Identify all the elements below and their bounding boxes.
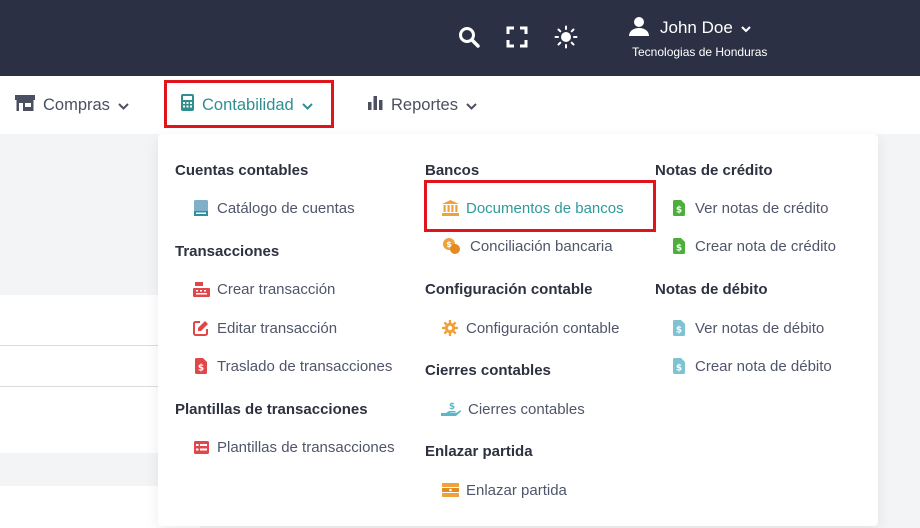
book-icon: [192, 199, 210, 217]
nav-label: Contabilidad: [202, 95, 294, 114]
contabilidad-dropdown: Cuentas contables Catálogo de cuentas Tr…: [158, 134, 878, 526]
user-icon: [628, 15, 650, 42]
invoice-dollar-icon: $: [670, 357, 688, 375]
svg-text:$: $: [676, 364, 682, 374]
nav-contabilidad[interactable]: Contabilidad: [181, 76, 313, 134]
cash-register-icon: [192, 280, 210, 298]
nav-label: Reportes: [391, 95, 458, 114]
menu-link-label: Conciliación bancaria: [470, 237, 613, 255]
menu-link-label: Crear nota de crédito: [695, 237, 836, 255]
chevron-down-icon: [466, 96, 477, 115]
menu-link-label: Plantillas de transacciones: [217, 438, 395, 456]
bank-icon: [441, 199, 459, 217]
menu-link-label: Ver notas de crédito: [695, 199, 829, 217]
hand-coin-icon: $: [441, 400, 461, 418]
svg-text:$: $: [198, 364, 204, 374]
invoice-dollar-icon: $: [670, 319, 688, 337]
svg-text:$: $: [676, 326, 682, 336]
main-nav: Compras Contabilidad Reportes: [0, 76, 920, 134]
svg-text:$: $: [676, 206, 682, 216]
menu-link-configuracion-contable[interactable]: Configuración contable: [441, 317, 619, 339]
menu-link-ver-notas-credito[interactable]: $ Ver notas de crédito: [670, 197, 828, 219]
menu-link-label: Cierres contables: [468, 400, 585, 418]
menu-link-documentos-bancos[interactable]: Documentos de bancos: [441, 197, 624, 219]
nav-compras[interactable]: Compras: [15, 76, 129, 134]
menu-link-label: Crear transacción: [217, 280, 336, 298]
bar-chart-icon: [368, 95, 383, 115]
section-title-transacciones: Transacciones: [175, 243, 280, 260]
fullscreen-icon[interactable]: [504, 24, 530, 50]
top-header: John Doe Tecnologias de Honduras: [0, 0, 920, 76]
table-list-icon: [192, 438, 210, 456]
menu-link-label: Ver notas de débito: [695, 319, 825, 337]
menu-link-editar-transaccion[interactable]: Editar transacción: [192, 317, 337, 339]
menu-link-label: Editar transacción: [217, 319, 338, 337]
nav-label: Compras: [43, 95, 110, 114]
brightness-icon[interactable]: [553, 24, 579, 50]
invoice-dollar-icon: $: [670, 199, 688, 217]
section-title-notas-debito: Notas de débito: [655, 281, 768, 298]
menu-link-cierres-contables[interactable]: $ Cierres contables: [441, 398, 585, 420]
user-name: John Doe: [660, 18, 733, 37]
section-title-cuentas-contables: Cuentas contables: [175, 162, 309, 179]
menu-link-conciliacion-bancaria[interactable]: $ Conciliación bancaria: [441, 235, 613, 257]
menu-link-enlazar-partida[interactable]: Enlazar partida: [441, 479, 567, 501]
svg-text:$: $: [449, 402, 455, 412]
chevron-down-icon: [118, 96, 129, 115]
store-icon: [15, 94, 35, 116]
edit-icon: [192, 319, 210, 337]
menu-link-label: Enlazar partida: [466, 481, 567, 499]
menu-link-catalogo-cuentas[interactable]: Catálogo de cuentas: [192, 197, 355, 219]
user-menu[interactable]: John Doe Tecnologias de Honduras: [628, 14, 808, 59]
money-stack-icon: [441, 481, 459, 499]
section-title-cierres: Cierres contables: [425, 362, 551, 379]
menu-link-crear-nota-credito[interactable]: $ Crear nota de crédito: [670, 235, 836, 257]
chevron-down-icon: [302, 96, 313, 115]
calculator-icon: [181, 94, 194, 116]
section-title-plantillas: Plantillas de transacciones: [175, 401, 368, 418]
nav-reportes[interactable]: Reportes: [368, 76, 477, 134]
section-title-enlazar: Enlazar partida: [425, 443, 533, 460]
menu-link-label: Catálogo de cuentas: [217, 199, 355, 217]
menu-link-label: Crear nota de débito: [695, 357, 832, 375]
menu-link-label: Configuración contable: [466, 319, 620, 337]
menu-link-label: Documentos de bancos: [466, 199, 624, 217]
menu-link-plantillas-transacciones[interactable]: Plantillas de transacciones: [192, 436, 395, 458]
svg-text:$: $: [676, 244, 682, 254]
menu-link-traslado-transacciones[interactable]: $ Traslado de transacciones: [192, 355, 392, 377]
menu-link-crear-transaccion[interactable]: Crear transacción: [192, 278, 335, 300]
menu-link-label: Traslado de transacciones: [217, 357, 393, 375]
chevron-down-icon: [741, 20, 751, 38]
section-title-bancos: Bancos: [425, 162, 480, 179]
svg-text:$: $: [446, 240, 452, 249]
invoice-dollar-icon: $: [670, 237, 688, 255]
file-transfer-icon: $: [192, 357, 210, 375]
gear-icon: [441, 319, 459, 337]
menu-link-crear-nota-debito[interactable]: $ Crear nota de débito: [670, 355, 832, 377]
company-name: Tecnologias de Honduras: [632, 45, 768, 59]
section-title-notas-credito: Notas de crédito: [655, 162, 773, 179]
coins-icon: $: [441, 237, 463, 255]
section-title-configuracion: Configuración contable: [425, 281, 593, 298]
menu-link-ver-notas-debito[interactable]: $ Ver notas de débito: [670, 317, 824, 339]
search-icon[interactable]: [456, 24, 482, 50]
